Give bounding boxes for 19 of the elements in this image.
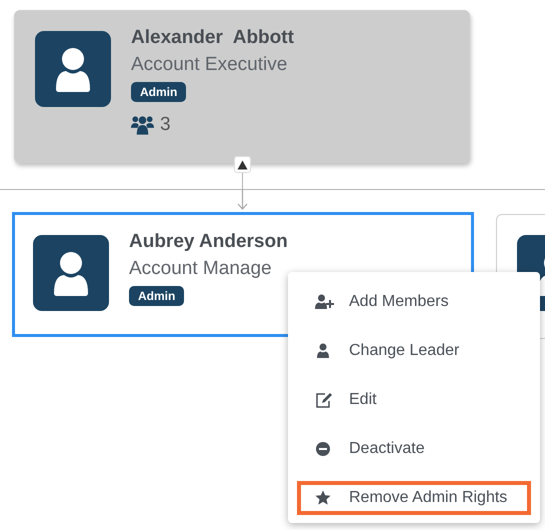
- connector-arrow: [237, 189, 248, 211]
- role-badge: Admin: [129, 286, 184, 306]
- avatar-icon: [33, 235, 109, 311]
- team-icon: [131, 114, 154, 136]
- menu-item[interactable]: Remove Admin Rights: [297, 481, 531, 515]
- collapse-icon: [237, 160, 248, 170]
- member-count: 3: [160, 114, 171, 136]
- edit-icon: [315, 392, 335, 408]
- menu-item[interactable]: Edit: [297, 375, 531, 424]
- add-user-icon: [315, 294, 335, 310]
- job-title: Account Executive: [131, 53, 288, 77]
- avatar-icon: [35, 31, 111, 107]
- role-badge: Admin: [131, 82, 186, 102]
- person-name: Alexander Abbott: [131, 26, 294, 50]
- person-name: Aubrey Anderson: [129, 230, 288, 254]
- node-card[interactable]: Alexander Abbott Account Executive Admin 3: [14, 10, 470, 163]
- menu-item[interactable]: Deactivate: [297, 424, 531, 473]
- job-title: Account Manage: [129, 257, 272, 281]
- collapse-button[interactable]: [234, 156, 251, 173]
